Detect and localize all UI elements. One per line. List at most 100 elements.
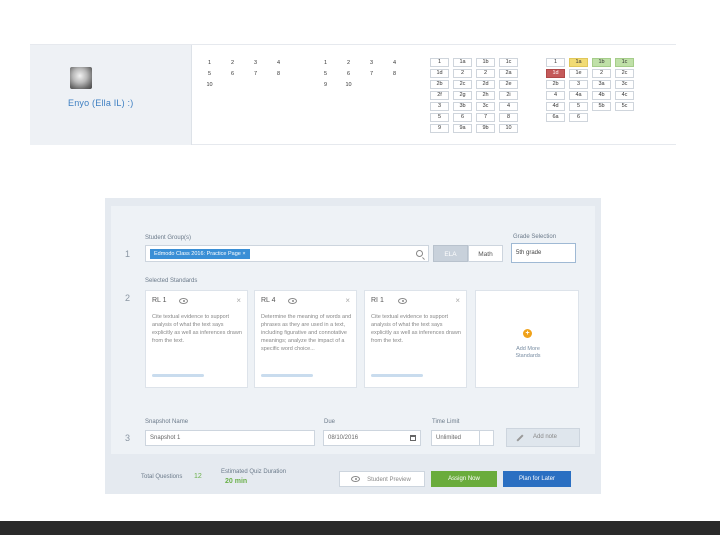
standard-cell[interactable]: 7 xyxy=(246,70,265,79)
standard-cell[interactable]: 3a xyxy=(592,80,611,89)
standard-cell[interactable]: 2g xyxy=(453,91,472,100)
standard-cell[interactable]: 2b xyxy=(430,80,449,89)
grade-select[interactable]: 5th grade xyxy=(511,243,576,263)
standard-cell[interactable]: 5 xyxy=(200,70,219,79)
standard-cell[interactable]: 10 xyxy=(499,124,518,133)
standard-cell[interactable]: 6 xyxy=(339,70,358,79)
plan-for-later-button[interactable]: Plan for Later xyxy=(503,471,571,487)
subject-math-button[interactable]: Math xyxy=(468,245,503,262)
standard-cell[interactable]: 2e xyxy=(499,80,518,89)
standard-cell[interactable]: 9 xyxy=(430,124,449,133)
standard-cell[interactable]: 10 xyxy=(200,81,219,90)
page: Enyo (Ella IL) :) 1 2 3 4 5 6 7 8 10 1 2 3 4 5 6 7 8 9 10… xyxy=(0,0,720,540)
standards-grid-a: 1 2 3 4 5 6 7 8 10 xyxy=(200,59,288,92)
add-note-button[interactable]: Add note xyxy=(506,428,580,447)
standard-cell[interactable]: 4c xyxy=(615,91,634,100)
class-tag[interactable]: Edmodo Class 2016: Practice Page × xyxy=(150,249,250,259)
profile-name[interactable]: Enyo (Ella IL) :) xyxy=(68,98,133,108)
standard-cell[interactable]: 2 xyxy=(339,59,358,68)
standard-cell[interactable]: 6 xyxy=(569,113,588,122)
dropdown-toggle[interactable] xyxy=(479,431,493,445)
standard-cell[interactable]: 1a xyxy=(453,58,472,67)
standard-cell[interactable]: 7 xyxy=(476,113,495,122)
standard-cell[interactable]: 4d xyxy=(546,102,565,111)
standard-cell[interactable]: 1e xyxy=(569,69,588,78)
standard-cell[interactable]: 4a xyxy=(569,91,588,100)
standard-progress-bar xyxy=(261,374,313,377)
snapshot-name-input[interactable]: Snapshot 1 xyxy=(145,430,315,446)
standard-cell[interactable]: 3c xyxy=(476,102,495,111)
standard-cell[interactable]: 4b xyxy=(592,91,611,100)
standard-cell[interactable]: 1 xyxy=(200,59,219,68)
standard-cell[interactable]: 5 xyxy=(430,113,449,122)
due-date-input[interactable]: 08/10/2016 xyxy=(323,430,421,446)
standard-card[interactable]: RL 1 × Cite textual evidence to support … xyxy=(145,290,248,388)
standard-cell[interactable]: 8 xyxy=(269,70,288,79)
standard-cell[interactable]: 2 xyxy=(223,59,242,68)
standard-cell[interactable]: 1d xyxy=(546,69,565,78)
standard-cell[interactable]: 8 xyxy=(499,113,518,122)
standard-cell[interactable]: 3b xyxy=(453,102,472,111)
standard-cell[interactable]: 1a xyxy=(569,58,588,67)
eye-icon[interactable] xyxy=(398,298,407,304)
standard-cell[interactable]: 9b xyxy=(476,124,495,133)
standard-cell[interactable]: 2a xyxy=(499,69,518,78)
standard-cell[interactable]: 2h xyxy=(476,91,495,100)
standard-cell[interactable]: 7 xyxy=(362,70,381,79)
close-icon[interactable]: × xyxy=(345,296,350,305)
standard-cell[interactable]: 4 xyxy=(385,59,404,68)
standard-cell[interactable]: 2 xyxy=(592,69,611,78)
standard-cell[interactable]: 3 xyxy=(362,59,381,68)
standard-cell[interactable]: 2c xyxy=(453,80,472,89)
search-icon[interactable] xyxy=(416,250,423,257)
standard-cell[interactable]: 6a xyxy=(546,113,565,122)
standard-cell[interactable]: 1b xyxy=(476,58,495,67)
student-group-input[interactable]: Edmodo Class 2016: Practice Page × xyxy=(145,245,429,262)
close-icon[interactable]: × xyxy=(455,296,460,305)
standard-cell[interactable]: 6 xyxy=(223,70,242,79)
standard-cell[interactable]: 9 xyxy=(316,81,335,90)
standard-cell[interactable]: 2 xyxy=(453,69,472,78)
standard-cell[interactable]: 4 xyxy=(546,91,565,100)
student-preview-button[interactable]: Student Preview xyxy=(339,471,425,487)
time-limit-select[interactable]: Unlimited xyxy=(431,430,494,446)
standard-cell[interactable]: 2i xyxy=(499,91,518,100)
standard-cell[interactable]: 5 xyxy=(569,102,588,111)
standard-cell[interactable]: 1 xyxy=(546,58,565,67)
avatar[interactable] xyxy=(70,67,92,89)
progress-strip: Enyo (Ella IL) :) 1 2 3 4 5 6 7 8 10 1 2 3 4 5 6 7 8 9 10… xyxy=(30,44,676,145)
standard-cell[interactable]: 5b xyxy=(592,102,611,111)
standard-cell[interactable]: 3c xyxy=(615,80,634,89)
standard-cell[interactable]: 1d xyxy=(430,69,449,78)
standard-cell[interactable]: 4 xyxy=(499,102,518,111)
standard-cell[interactable]: 2d xyxy=(476,80,495,89)
standard-cell[interactable]: 2 xyxy=(476,69,495,78)
assign-now-button[interactable]: Assign Now xyxy=(431,471,497,487)
standard-cell[interactable]: 3 xyxy=(430,102,449,111)
standard-cell[interactable]: 2b xyxy=(546,80,565,89)
subject-ela-button[interactable]: ELA xyxy=(433,245,468,262)
standard-cell[interactable]: 5 xyxy=(316,70,335,79)
standard-cell[interactable]: 10 xyxy=(339,81,358,90)
standard-cell[interactable]: 2f xyxy=(430,91,449,100)
standard-cell[interactable]: 1 xyxy=(430,58,449,67)
standard-cell[interactable]: 1b xyxy=(592,58,611,67)
standard-cell[interactable]: 1 xyxy=(316,59,335,68)
standard-cell[interactable]: 3 xyxy=(569,80,588,89)
standard-cell[interactable]: 9a xyxy=(453,124,472,133)
standard-card[interactable]: RI 1 × Cite textual evidence to support … xyxy=(364,290,467,388)
standard-cell[interactable]: 1c xyxy=(499,58,518,67)
standard-cell[interactable]: 1c xyxy=(615,58,634,67)
calendar-icon[interactable] xyxy=(410,435,416,441)
standard-cell[interactable]: 3 xyxy=(246,59,265,68)
standard-cell[interactable]: 8 xyxy=(385,70,404,79)
standard-cell[interactable]: 4 xyxy=(269,59,288,68)
standard-card[interactable]: RL 4 × Determine the meaning of words an… xyxy=(254,290,357,388)
eye-icon[interactable] xyxy=(288,298,297,304)
standard-cell[interactable]: 2c xyxy=(615,69,634,78)
eye-icon[interactable] xyxy=(179,298,188,304)
standard-cell[interactable]: 6 xyxy=(453,113,472,122)
standard-cell[interactable]: 5c xyxy=(615,102,634,111)
close-icon[interactable]: × xyxy=(236,296,241,305)
add-standards-button[interactable]: + Add More Standards xyxy=(475,290,579,388)
